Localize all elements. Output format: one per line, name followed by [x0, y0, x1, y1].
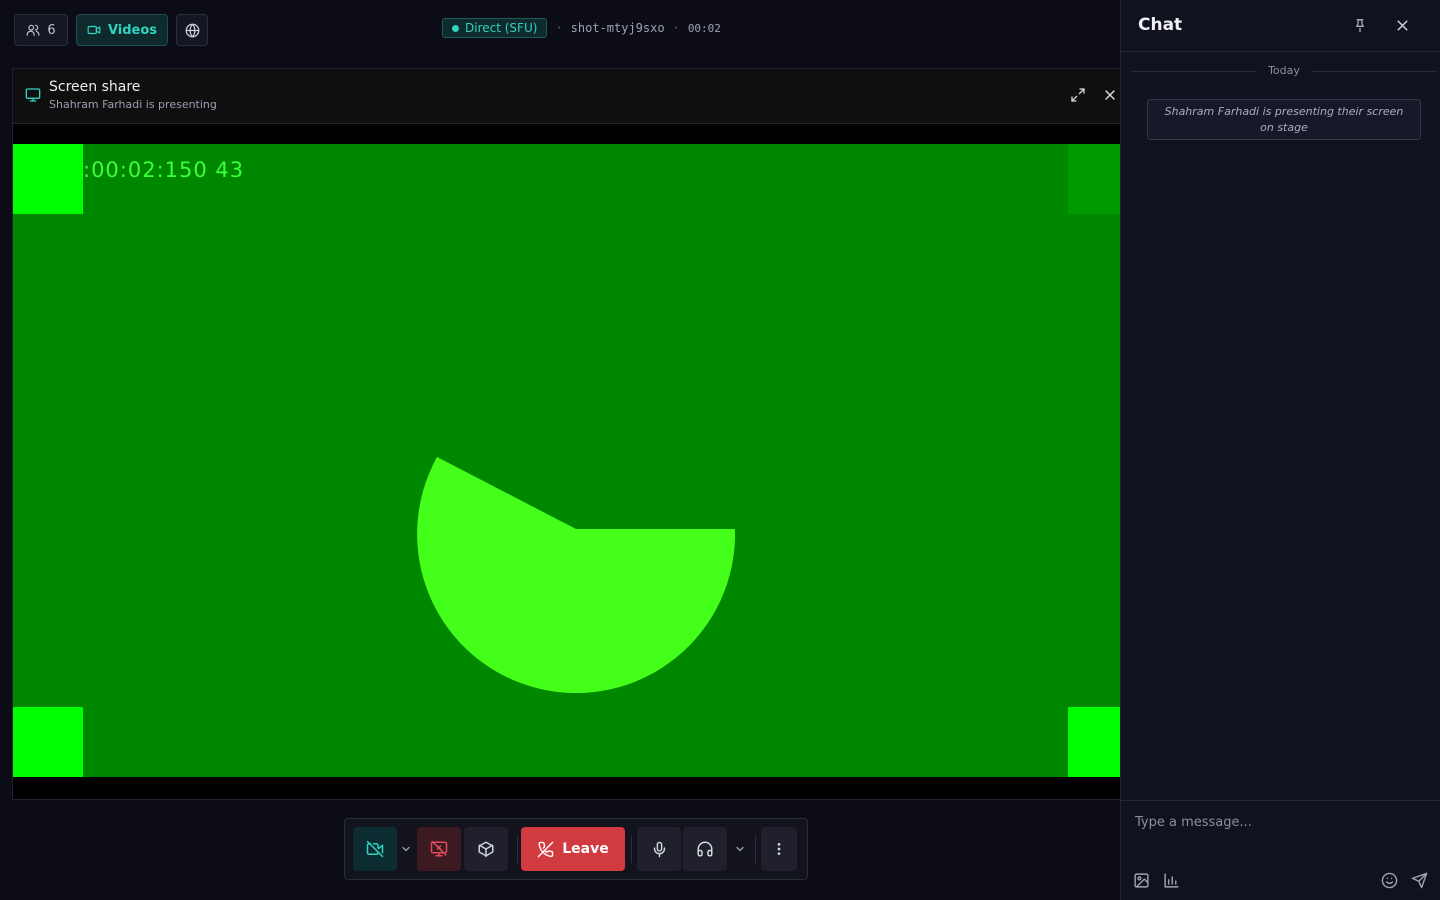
- divider: [517, 835, 518, 863]
- screen-share-off-icon: [430, 840, 448, 858]
- pie-shape: [417, 457, 735, 694]
- chevron-down-icon: [734, 843, 746, 855]
- elapsed-timer: 00:02: [687, 21, 721, 35]
- day-divider: Today: [1131, 64, 1437, 78]
- more-options-button[interactable]: [761, 827, 797, 871]
- corner-marker: [13, 707, 83, 777]
- chat-title: Chat: [1138, 15, 1183, 35]
- session-info: Direct (SFU) · shot-mtyj9sxo · 00:02: [442, 18, 721, 38]
- corner-marker: [1068, 144, 1120, 214]
- cube-icon: [477, 840, 495, 858]
- call-controls: Leave: [344, 818, 808, 880]
- 3d-view-button[interactable]: [464, 827, 508, 871]
- chat-composer: [1121, 800, 1440, 900]
- audio-options-button[interactable]: [729, 827, 751, 871]
- camera-toggle-button[interactable]: [353, 827, 397, 871]
- chat-panel: Chat Today Shahram Farhadi is presenting…: [1120, 0, 1440, 900]
- video-timestamp: :00:02:150 43: [83, 158, 245, 182]
- camera-options-button[interactable]: [397, 827, 415, 871]
- leave-label: Leave: [562, 841, 609, 857]
- expand-icon[interactable]: [1070, 87, 1086, 103]
- chevron-down-icon: [400, 843, 412, 855]
- separator: ·: [672, 21, 680, 35]
- users-icon: [26, 23, 40, 37]
- screen-share-panel: Screen share Shahram Farhadi is presenti…: [12, 68, 1120, 800]
- participants-count: 6: [47, 22, 56, 38]
- send-icon[interactable]: [1411, 872, 1428, 889]
- divider-line: [1311, 71, 1437, 72]
- globe-icon: [185, 23, 200, 38]
- shared-screen-video: :00:02:150 43: [13, 144, 1120, 777]
- corner-marker: [13, 144, 83, 214]
- close-icon[interactable]: [1102, 87, 1118, 103]
- screen-share-toggle-button[interactable]: [417, 827, 461, 871]
- microphone-button[interactable]: [637, 827, 681, 871]
- globe-button[interactable]: [176, 14, 208, 46]
- connection-badge: Direct (SFU): [442, 18, 548, 38]
- screen-share-subtitle: Shahram Farhadi is presenting: [49, 98, 217, 111]
- shot-id: shot-mtyj9sxo: [570, 21, 665, 35]
- message-input[interactable]: [1135, 812, 1425, 832]
- poll-icon[interactable]: [1163, 872, 1180, 889]
- headphones-button[interactable]: [683, 827, 727, 871]
- videos-label: Videos: [107, 22, 158, 38]
- screen-share-title: Screen share: [49, 79, 141, 95]
- divider: [755, 835, 756, 863]
- connection-label: Direct (SFU): [465, 21, 538, 35]
- leave-call-button[interactable]: Leave: [521, 827, 625, 871]
- microphone-icon: [651, 841, 668, 858]
- camera-off-icon: [366, 840, 384, 858]
- headphones-icon: [696, 840, 714, 858]
- screen-share-header: Screen share Shahram Farhadi is presenti…: [13, 69, 1120, 124]
- divider: [631, 835, 632, 863]
- image-upload-icon[interactable]: [1133, 872, 1150, 889]
- close-icon[interactable]: [1394, 17, 1411, 34]
- videos-button[interactable]: Videos: [76, 14, 168, 46]
- status-dot-icon: [452, 24, 459, 32]
- top-bar: 6 Videos Direct (SFU) · shot-mtyj9sxo · …: [0, 0, 1120, 60]
- emoji-icon[interactable]: [1381, 872, 1398, 889]
- monitor-icon: [25, 87, 41, 103]
- system-message: Shahram Farhadi is presenting their scre…: [1147, 99, 1421, 140]
- corner-marker: [1068, 707, 1120, 777]
- separator: ·: [555, 21, 563, 35]
- chat-header: Chat: [1121, 0, 1440, 52]
- video-icon: [87, 23, 101, 37]
- participants-button[interactable]: 6: [14, 14, 68, 46]
- phone-hangup-icon: [537, 841, 554, 858]
- pin-icon[interactable]: [1352, 17, 1368, 33]
- more-vertical-icon: [771, 841, 787, 857]
